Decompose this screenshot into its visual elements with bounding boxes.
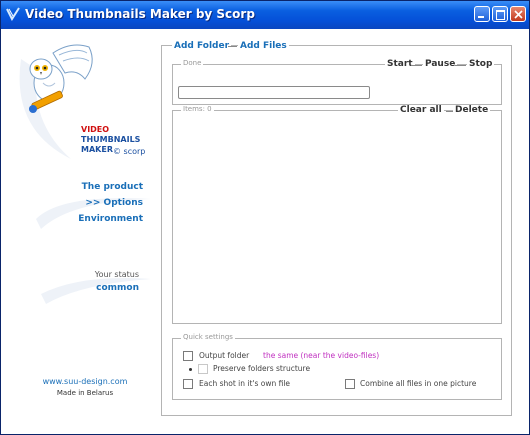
clear-all-button[interactable]: Clear all (398, 105, 444, 115)
items-count-label: Items: 0 (181, 105, 214, 113)
window-title: Video Thumbnails Maker by Scorp (25, 7, 255, 21)
items-list[interactable]: Items: 0 Clear all Delete (172, 105, 502, 324)
progress-group-label: Done (181, 59, 204, 67)
minimize-button[interactable] (474, 6, 490, 22)
separator (228, 46, 237, 47)
combine-files-checkbox[interactable] (345, 379, 355, 389)
pause-button[interactable]: Pause (423, 59, 458, 69)
stop-button[interactable]: Stop (467, 59, 495, 69)
website-link[interactable]: www.suu-design.com (1, 377, 169, 386)
combine-files-label: Combine all files in one picture (360, 379, 477, 388)
status-label: Your status (94, 270, 139, 279)
start-button[interactable]: Start (385, 59, 415, 69)
nav-environment[interactable]: Environment (78, 214, 143, 224)
minimize-icon (478, 16, 484, 18)
bullet-icon (189, 368, 192, 371)
made-in-label: Made in Belarus (56, 389, 114, 397)
output-folder-label: Output folder (199, 351, 250, 360)
owl-logo-icon (29, 44, 93, 113)
add-folder-button[interactable]: Add Folder (172, 41, 232, 51)
app-window: Video Thumbnails Maker by Scorp VIDEO TH… (0, 0, 530, 435)
logo-title-video: VIDEO (81, 125, 110, 134)
app-icon (6, 7, 20, 21)
delete-button[interactable]: Delete (453, 105, 491, 115)
status-value: common (96, 283, 139, 293)
nav-options[interactable]: >> Options (85, 198, 143, 208)
logo-author: © scorp (113, 147, 146, 156)
maximize-icon (496, 10, 505, 20)
quick-settings-group: Quick settings Output folder the same (n… (172, 333, 502, 400)
logo-title-maker: MAKER (81, 145, 113, 154)
output-folder-checkbox[interactable] (183, 351, 193, 361)
sidebar: VIDEO THUMBNAILS MAKER © scorp The produ… (1, 29, 156, 434)
logo-title-thumbnails: THUMBNAILS (81, 135, 141, 144)
quick-settings-label: Quick settings (181, 333, 235, 341)
separator (455, 65, 466, 66)
preserve-folders-label: Preserve folders structure (213, 364, 311, 373)
close-icon (514, 10, 523, 19)
close-button[interactable] (510, 6, 526, 22)
maximize-button[interactable] (492, 6, 508, 22)
main-panel: Add Folder Add Files Done Start Pause St… (161, 41, 512, 416)
separator (411, 65, 422, 66)
each-shot-checkbox[interactable] (183, 379, 193, 389)
progress-bar (178, 86, 370, 99)
preserve-folders-checkbox[interactable] (198, 364, 208, 374)
add-files-button[interactable]: Add Files (238, 41, 289, 51)
title-bar[interactable]: Video Thumbnails Maker by Scorp (1, 1, 529, 29)
output-folder-value[interactable]: the same (near the video-files) (263, 351, 379, 360)
nav-the-product[interactable]: The product (82, 182, 143, 192)
each-shot-label: Each shot in it's own file (199, 379, 291, 388)
